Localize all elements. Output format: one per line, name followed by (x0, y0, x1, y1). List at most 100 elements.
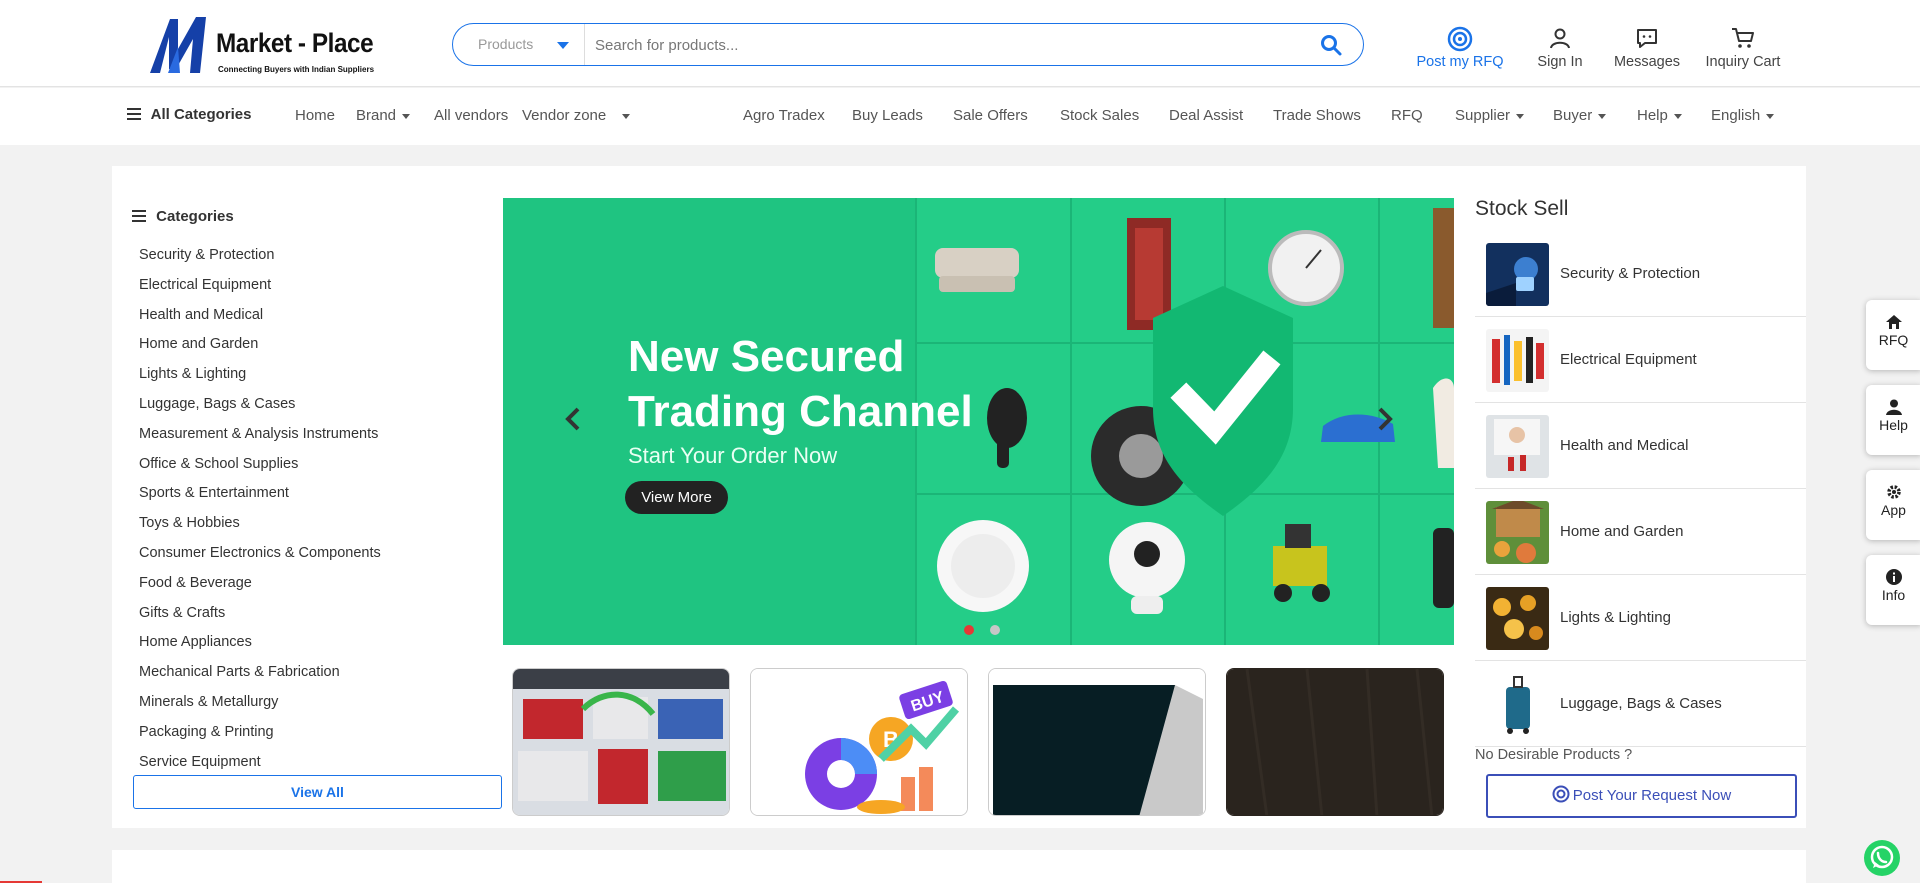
side-info-label: Info (1881, 587, 1906, 603)
messages-label: Messages (1613, 54, 1681, 70)
stock-item[interactable]: Lights & Lighting (1475, 575, 1806, 661)
stock-item[interactable]: Home and Garden (1475, 489, 1806, 575)
gear-icon (1886, 485, 1901, 499)
category-item[interactable]: Measurement & Analysis Instruments (139, 426, 381, 456)
nav-all-vendors[interactable]: All vendors (434, 107, 508, 124)
category-item[interactable]: Home Appliances (139, 634, 381, 664)
nav-sale-offers[interactable]: Sale Offers (953, 107, 1028, 124)
side-app-button[interactable]: App (1866, 470, 1920, 540)
stock-item-image (1486, 243, 1549, 306)
category-item[interactable]: Packaging & Printing (139, 724, 381, 754)
security-icon (1486, 243, 1549, 306)
promo-thumbnail[interactable] (1226, 668, 1444, 816)
carousel-indicators (964, 622, 1012, 640)
categories-title: Categories (156, 208, 234, 225)
header: Market - Place Connecting Buyers with In… (0, 0, 1920, 87)
nav-supplier-label: Supplier (1455, 107, 1511, 124)
category-item[interactable]: Office & School Supplies (139, 456, 381, 486)
category-item[interactable]: Home and Garden (139, 336, 381, 366)
category-item[interactable]: Toys & Hobbies (139, 515, 381, 545)
category-item[interactable]: Consumer Electronics & Components (139, 545, 381, 575)
promo-thumbnail[interactable] (512, 668, 730, 816)
stock-item-label: Electrical Equipment (1560, 351, 1697, 368)
health-medical-icon (1486, 415, 1549, 478)
stock-sell-title: Stock Sell (1475, 197, 1569, 220)
banner-subtitle: Start Your Order Now (628, 443, 838, 468)
messages-button[interactable]: Messages (1606, 26, 1688, 70)
category-item[interactable]: Electrical Equipment (139, 277, 381, 307)
nav-home[interactable]: Home (295, 107, 335, 124)
category-item[interactable]: Luggage, Bags & Cases (139, 396, 381, 426)
carousel-dot-active[interactable] (964, 625, 974, 635)
post-rfq-button[interactable]: Post my RFQ (1410, 26, 1510, 70)
view-all-button[interactable]: View All (133, 775, 502, 809)
nav-language-label: English (1711, 107, 1761, 124)
nav-buyer-label: Buyer (1553, 107, 1593, 124)
nav-supplier[interactable]: Supplier (1455, 107, 1525, 124)
category-item[interactable]: Security & Protection (139, 247, 381, 277)
inquiry-cart-button[interactable]: Inquiry Cart (1698, 26, 1788, 70)
side-rfq-button[interactable]: RFQ (1866, 300, 1920, 370)
categories-heading: Categories (132, 208, 234, 225)
sign-in-button[interactable]: Sign In (1520, 26, 1600, 70)
side-help-button[interactable]: Help (1866, 385, 1920, 455)
side-info-button[interactable]: Info (1866, 555, 1920, 625)
site-logo[interactable]: Market - Place Connecting Buyers with In… (148, 13, 374, 75)
stock-item-label: Home and Garden (1560, 523, 1684, 540)
all-categories-label: All Categories (150, 106, 252, 123)
whatsapp-icon (1870, 845, 1894, 869)
nav-buy-leads[interactable]: Buy Leads (852, 107, 923, 124)
nav-rfq[interactable]: RFQ (1391, 107, 1423, 124)
sign-in-label: Sign In (1537, 54, 1583, 70)
promo-thumbnail[interactable] (988, 668, 1206, 816)
post-rfq-label: Post my RFQ (1416, 54, 1504, 70)
search-category-select[interactable]: Products (453, 24, 585, 65)
main-nav: All Categories Home Brand All vendors Ve… (0, 88, 1920, 145)
crypto-buy-icon: B BUY (751, 669, 967, 815)
post-request-button[interactable]: Post Your Request Now (1486, 774, 1797, 818)
message-icon (1637, 29, 1657, 48)
category-item[interactable]: Health and Medical (139, 307, 381, 337)
target-icon (1552, 785, 1570, 803)
nav-help[interactable]: Help (1637, 107, 1682, 124)
stock-item[interactable]: Security & Protection (1475, 231, 1806, 317)
nav-stock-sales[interactable]: Stock Sales (1060, 107, 1139, 124)
carousel-prev-icon[interactable] (563, 406, 583, 432)
hamburger-icon (127, 108, 141, 120)
nav-vendor-zone[interactable]: Vendor zone (522, 107, 631, 124)
user-icon (1885, 399, 1902, 415)
home-garden-icon (1486, 501, 1549, 564)
category-item[interactable]: Mechanical Parts & Fabrication (139, 664, 381, 694)
category-item[interactable]: Sports & Entertainment (139, 485, 381, 515)
nav-agro-tradex[interactable]: Agro Tradex (743, 107, 825, 124)
side-help-label: Help (1879, 417, 1908, 433)
carousel-dot[interactable] (990, 625, 1001, 635)
nav-language[interactable]: English (1711, 107, 1775, 124)
hero-banner[interactable]: New Secured Trading Channel Start Your O… (503, 198, 1454, 645)
view-more-button[interactable]: View More (625, 481, 728, 514)
search-bar: Products (452, 23, 1364, 66)
category-item[interactable]: Minerals & Metallurgy (139, 694, 381, 724)
nav-deal-assist[interactable]: Deal Assist (1169, 107, 1243, 124)
stock-item[interactable]: Luggage, Bags & Cases (1475, 661, 1806, 747)
nav-buyer[interactable]: Buyer (1553, 107, 1607, 124)
promo-thumbnail[interactable]: B BUY (750, 668, 968, 816)
stock-item[interactable]: Health and Medical (1475, 403, 1806, 489)
banner-headline-1: New Secured (628, 332, 905, 381)
nav-vendor-zone-label: Vendor zone (522, 107, 607, 124)
user-icon (1550, 28, 1570, 49)
nav-brand[interactable]: Brand (356, 107, 411, 124)
search-input[interactable] (595, 33, 1295, 57)
whatsapp-button[interactable] (1864, 840, 1900, 876)
stock-item[interactable]: Electrical Equipment (1475, 317, 1806, 403)
category-item[interactable]: Food & Beverage (139, 575, 381, 605)
all-categories-menu[interactable]: All Categories (127, 106, 252, 123)
search-icon[interactable] (1319, 33, 1343, 57)
category-item[interactable]: Lights & Lighting (139, 366, 381, 396)
logo-mark-icon (150, 17, 206, 73)
nav-trade-shows[interactable]: Trade Shows (1273, 107, 1361, 124)
carousel-next-icon[interactable] (1375, 406, 1395, 432)
category-item[interactable]: Gifts & Crafts (139, 605, 381, 635)
luggage-icon (1486, 673, 1549, 736)
side-app-label: App (1881, 502, 1906, 518)
